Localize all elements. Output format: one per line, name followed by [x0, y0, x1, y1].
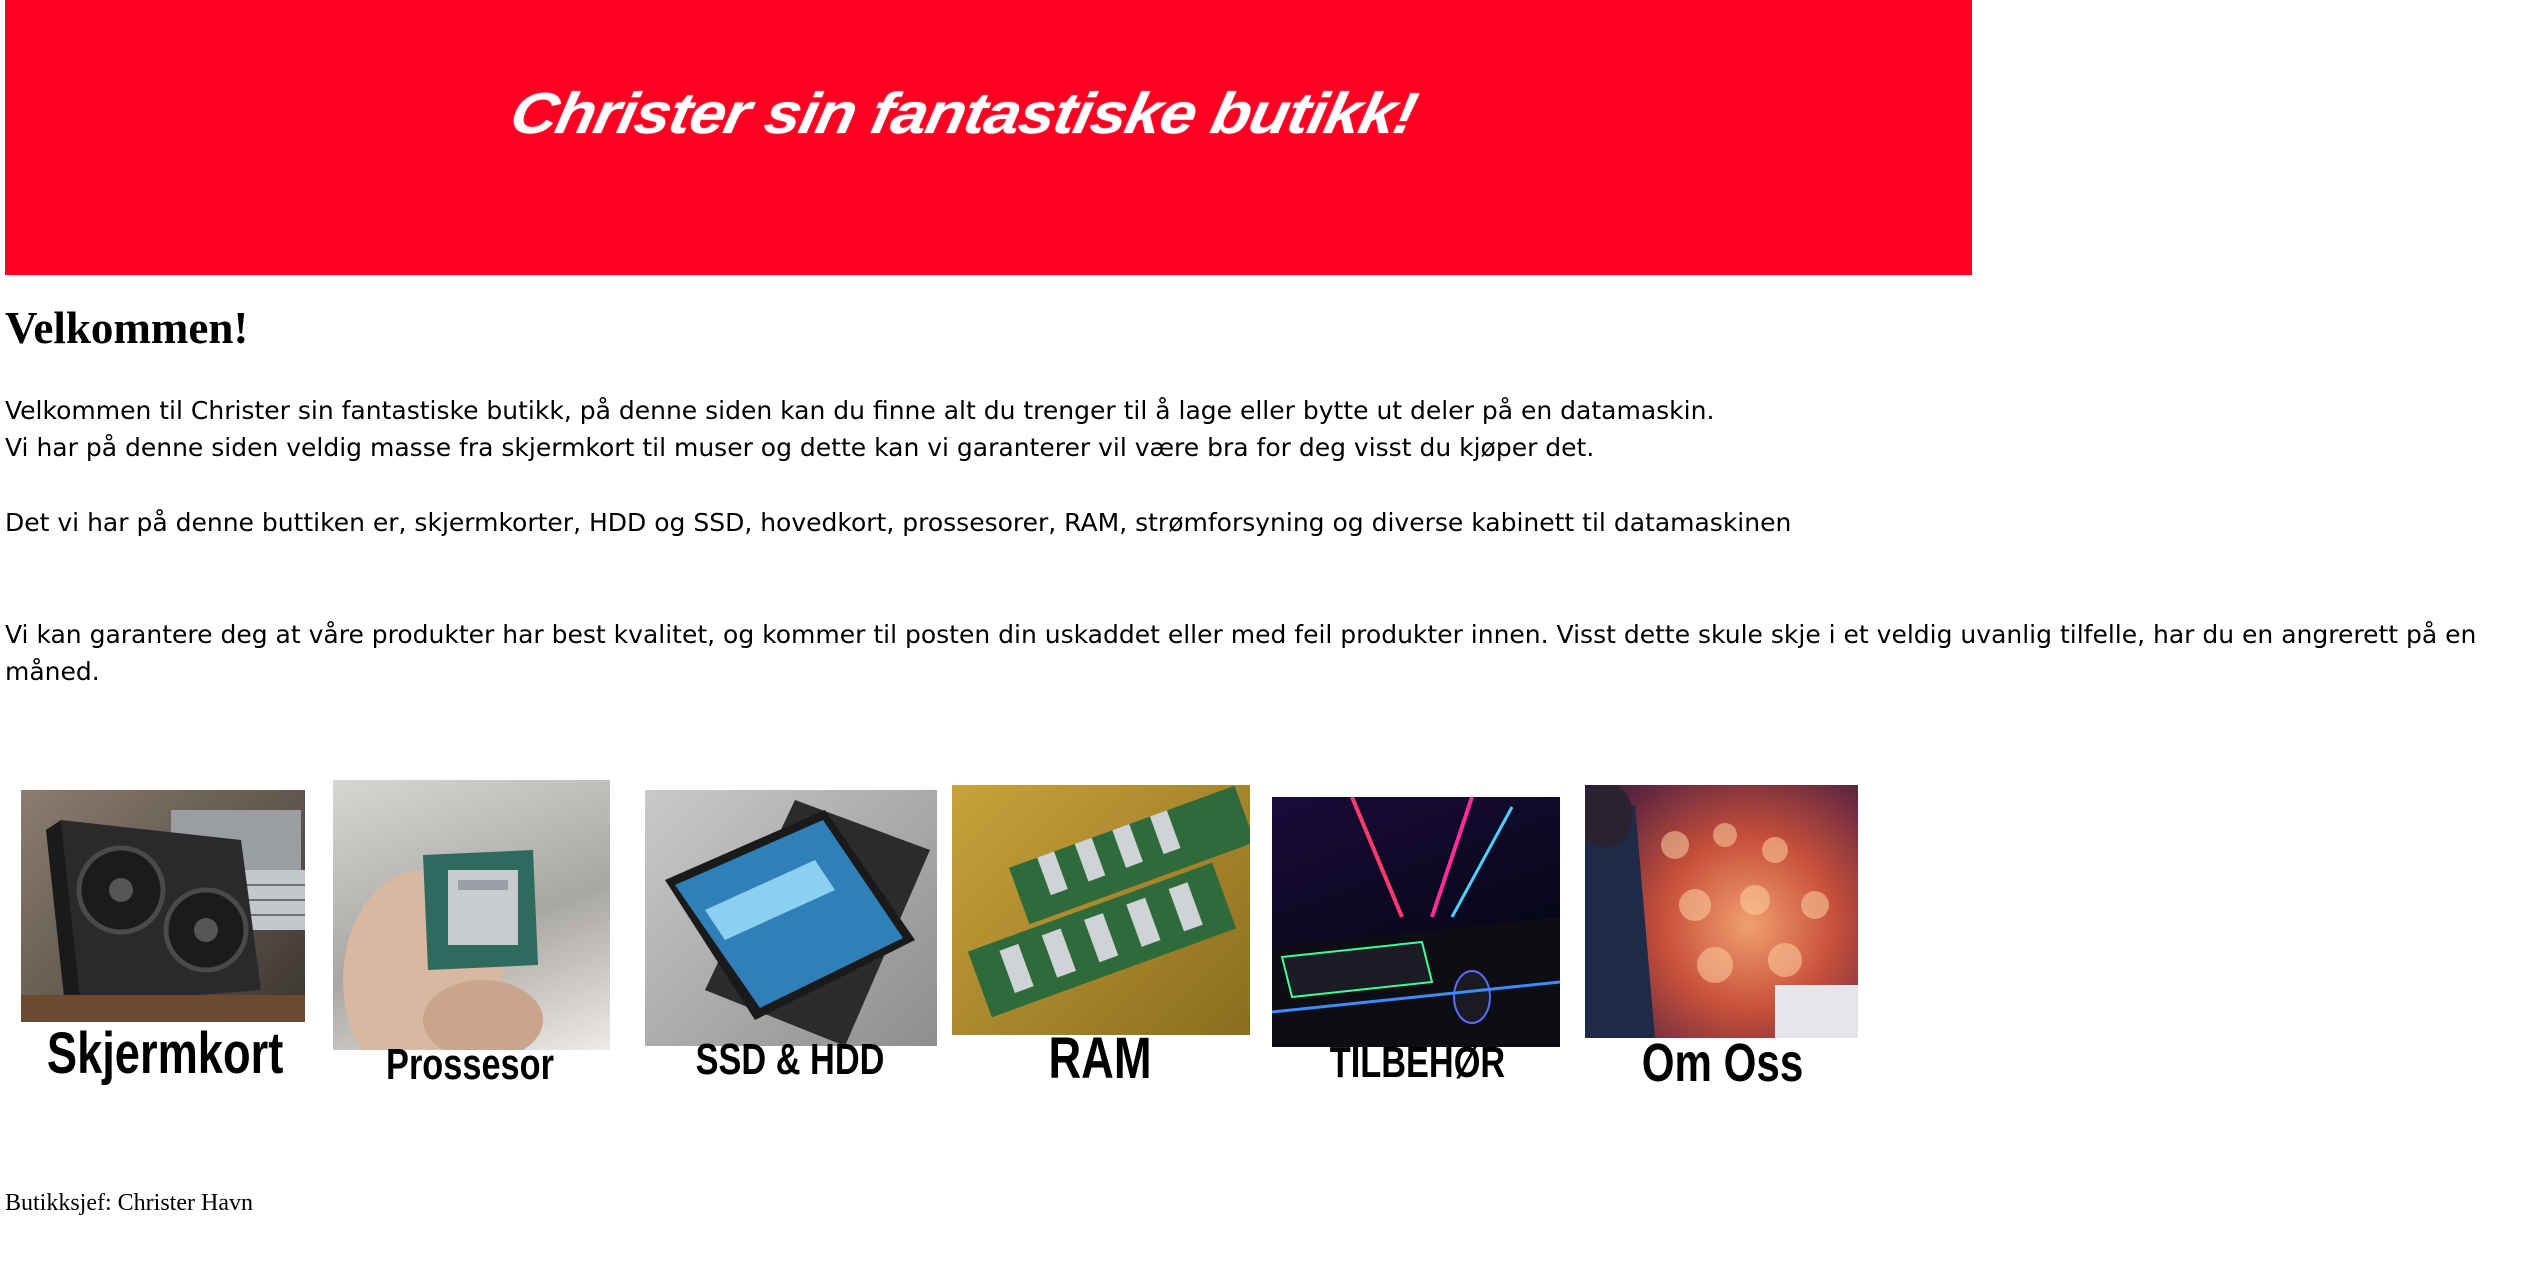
banner-title: Christer sin fantastiske butikk!: [504, 80, 1423, 145]
product-label: SSD & HDD: [695, 1035, 885, 1084]
product-label: Skjermkort: [46, 1021, 284, 1086]
audience-icon: [1585, 785, 1858, 1038]
intro-line-2: Vi har på denne siden veldig masse fra s…: [5, 433, 1595, 462]
product-grid: Skjermkort Prossesor SSD & HDD RAM TILBE…: [0, 770, 1900, 1110]
product-link-ram[interactable]: RAM: [950, 770, 1250, 1091]
product-label: Prossesor: [386, 1040, 554, 1089]
product-link-skjermkort[interactable]: Skjermkort: [15, 770, 305, 1090]
intro-line-1: Velkommen til Christer sin fantastiske b…: [5, 396, 1715, 425]
footer-manager: Butikksjef: Christer Havn: [5, 1190, 253, 1216]
header-banner: Christer sin fantastiske butikk!: [5, 0, 1972, 275]
product-link-ssd-hdd[interactable]: SSD & HDD: [640, 770, 940, 1090]
intro-line-4: Vi kan garantere deg at våre produkter h…: [5, 620, 2477, 686]
product-link-om-oss[interactable]: Om Oss: [1585, 770, 1860, 1093]
intro-line-3: Det vi har på denne buttiken er, skjermk…: [5, 508, 1792, 537]
accessories-icon: [1272, 797, 1560, 1047]
product-label: Om Oss: [1641, 1033, 1804, 1093]
product-label: RAM: [1048, 1026, 1152, 1091]
product-link-prossesor[interactable]: Prossesor: [330, 770, 610, 1090]
ssd-icon: [645, 790, 937, 1046]
graphics-card-icon: [21, 790, 305, 1022]
product-label: TILBEHØR: [1329, 1038, 1506, 1087]
processor-icon: [333, 780, 610, 1050]
ram-icon: [952, 785, 1250, 1035]
product-link-tilbehor[interactable]: TILBEHØR: [1270, 770, 1565, 1090]
page-title: Velkommen!: [5, 303, 249, 353]
